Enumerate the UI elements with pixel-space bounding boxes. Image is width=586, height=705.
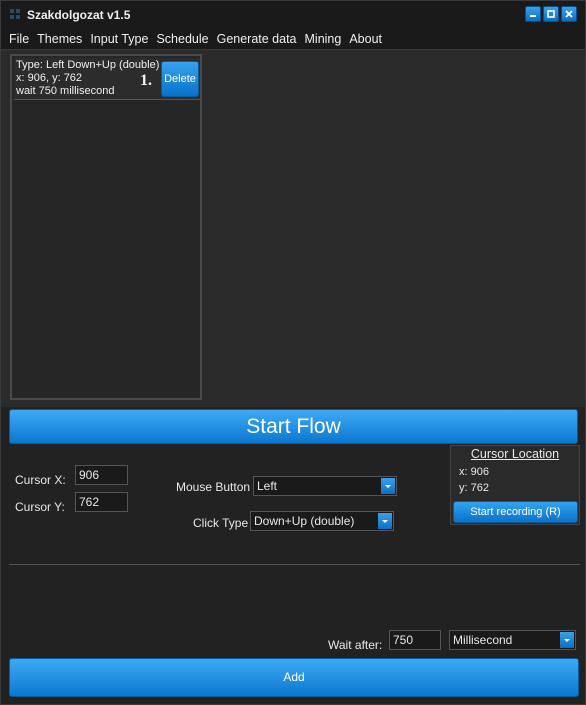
click-type-value: Down+Up (double) (254, 514, 355, 528)
close-button[interactable] (561, 6, 577, 22)
menu-generate-data[interactable]: Generate data (213, 29, 301, 49)
flow-item-number: 1. (140, 72, 152, 89)
wait-after-input[interactable]: 750 (389, 630, 441, 650)
cursor-location-x: x: 906 (459, 466, 489, 478)
add-button[interactable]: Add (9, 658, 579, 697)
start-flow-button[interactable]: Start Flow (9, 409, 578, 444)
mouse-button-value: Left (257, 479, 278, 493)
menu-themes[interactable]: Themes (33, 29, 86, 49)
chevron-down-icon (378, 513, 392, 529)
time-unit-value: Millisecond (453, 633, 513, 647)
mouse-button-select[interactable]: Left (253, 476, 397, 496)
flow-item-coords: x: 906, y: 762 (16, 72, 83, 84)
cursor-location-y: y: 762 (459, 482, 489, 494)
title-bar[interactable]: Szakdolgozat v1.5 (1, 1, 585, 29)
flow-item-wait: wait 750 millisecond (16, 85, 115, 97)
input-section: Cursor X: 906 Cursor Y: 762 Mouse Button… (9, 445, 580, 565)
mouse-button-label: Mouse Button (176, 480, 251, 494)
chevron-down-icon (560, 632, 574, 648)
menu-about[interactable]: About (345, 29, 386, 49)
delete-button[interactable]: Delete (161, 61, 199, 97)
window-title: Szakdolgozat v1.5 (27, 8, 131, 22)
close-icon (565, 10, 573, 18)
menu-bar: File Themes Input Type Schedule Generate… (1, 29, 585, 49)
flow-item-type: Type: Left Down+Up (double) (16, 59, 160, 71)
cursor-location-panel: Cursor Location x: 906 y: 762 Start reco… (450, 445, 580, 525)
app-icon (10, 9, 20, 19)
flow-list-item[interactable]: Type: Left Down+Up (double) x: 906, y: 7… (14, 58, 200, 100)
minimize-icon (530, 15, 536, 17)
cursor-x-input[interactable]: 906 (75, 465, 128, 485)
cursor-y-input[interactable]: 762 (75, 492, 128, 512)
cursor-x-label: Cursor X: (15, 473, 66, 487)
start-recording-button[interactable]: Start recording (R) (453, 501, 578, 523)
wait-section: Wait after: 750 Millisecond (9, 566, 580, 656)
menu-schedule[interactable]: Schedule (152, 29, 212, 49)
chevron-down-icon (381, 478, 395, 494)
flow-list[interactable]: Type: Left Down+Up (double) x: 906, y: 7… (10, 54, 202, 400)
click-type-label: Click Type (193, 516, 249, 530)
menu-input-type[interactable]: Input Type (86, 29, 152, 49)
app-window: Szakdolgozat v1.5 File Themes Input Type… (0, 0, 586, 705)
wait-after-label: Wait after: (328, 638, 383, 652)
click-type-select[interactable]: Down+Up (double) (250, 511, 394, 531)
menu-file[interactable]: File (5, 29, 33, 49)
time-unit-select[interactable]: Millisecond (449, 630, 576, 650)
maximize-icon (547, 10, 555, 18)
maximize-button[interactable] (543, 6, 559, 22)
cursor-location-title: Cursor Location (470, 447, 560, 461)
flow-area: Type: Left Down+Up (double) x: 906, y: 7… (1, 49, 585, 407)
cursor-y-label: Cursor Y: (15, 500, 65, 514)
minimize-button[interactable] (525, 6, 541, 22)
menu-mining[interactable]: Mining (301, 29, 346, 49)
